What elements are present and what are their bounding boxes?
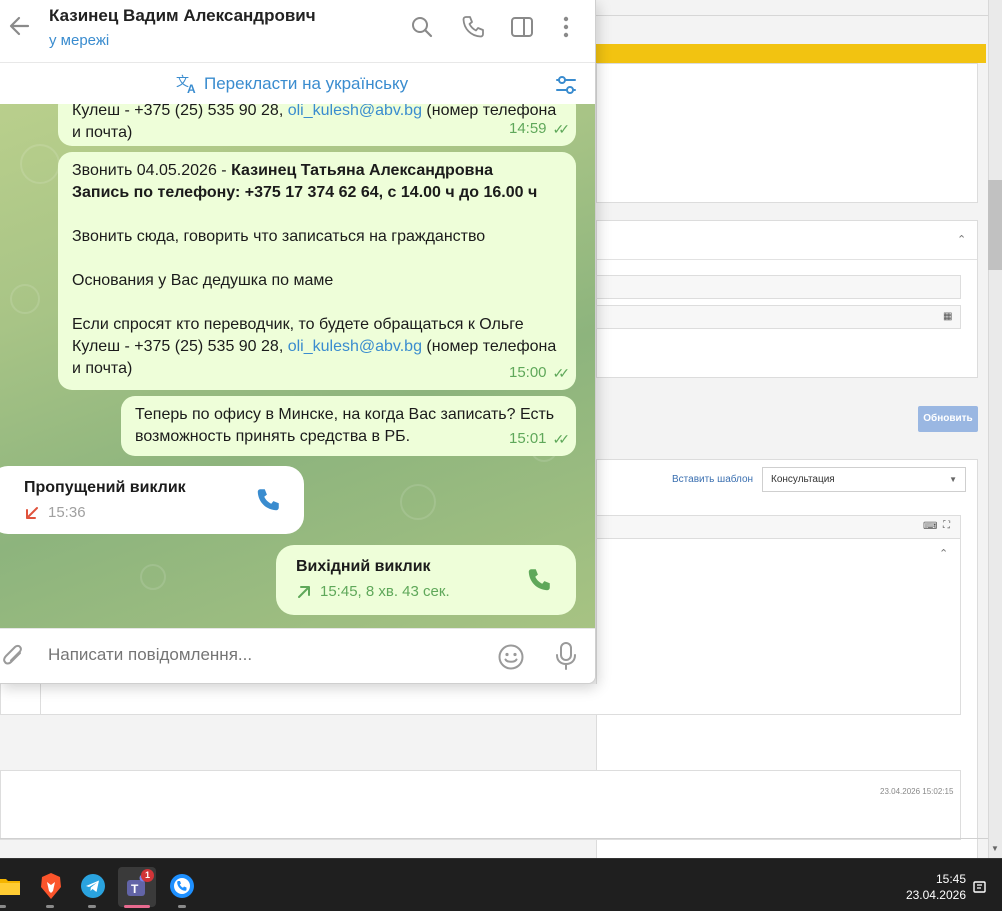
active-indicator (124, 905, 150, 908)
chevron-up-icon[interactable]: ⌃ (939, 547, 948, 560)
running-indicator (0, 905, 6, 908)
clock-date: 23.04.2026 (905, 888, 966, 902)
history-entry (0, 770, 961, 840)
call-detail: 15:45, 8 хв. 43 сек. (320, 583, 450, 600)
info-panel (596, 63, 978, 203)
calendar-icon: ▦ (943, 311, 953, 322)
message-text: Кулеш - +375 (25) 535 90 28, oli_kulesh@… (72, 104, 557, 119)
date-field[interactable]: ▦ (596, 305, 961, 329)
translate-bar: 文 A Перекласти на українську (0, 62, 595, 104)
call-back-phone-icon[interactable] (254, 486, 282, 514)
outgoing-call-arrow-icon (298, 585, 310, 598)
message-text: и почта) (72, 360, 133, 377)
chat-title[interactable]: Казинец Вадим Александрович (49, 6, 316, 26)
message-bubble[interactable]: Теперь по офису в Минске, на когда Вас з… (121, 396, 576, 456)
message-time: 14:59 (508, 120, 547, 137)
double-check-icon: ✓✓ (552, 431, 571, 447)
message-composer (0, 628, 595, 683)
clock-time: 15:45 (935, 872, 966, 886)
message-meta: 15:01 ✓✓ (508, 428, 571, 450)
telegram-icon[interactable] (78, 871, 108, 901)
email-link[interactable]: oli_kulesh@abv.bg (288, 338, 422, 355)
call-info: 15:45, 8 хв. 43 сек. (296, 583, 450, 600)
more-menu-icon[interactable] (553, 14, 579, 40)
telegram-window: Казинец Вадим Александрович у мережі 文 A… (0, 0, 596, 684)
divider (597, 259, 977, 260)
call-time: 15:36 (48, 504, 86, 521)
editor-area-bottom (0, 684, 961, 715)
microphone-icon[interactable] (553, 641, 579, 671)
divider (0, 838, 990, 839)
chevron-down-icon: ▼ (949, 475, 957, 484)
message-time: 15:00 (508, 364, 547, 381)
translate-label: Перекласти на українську (204, 74, 409, 93)
svg-text:T: T (131, 882, 139, 896)
text-field[interactable] (596, 275, 961, 299)
message-text: Кулеш - +375 (25) 535 90 28, oli_kulesh@… (72, 338, 557, 355)
entry-timestamp: 23.04.2026 15:02:15 (880, 787, 954, 796)
phone-app-icon[interactable] (167, 871, 197, 901)
missed-call-bubble[interactable]: Пропущений виклик 15:36 (0, 466, 304, 534)
chat-area[interactable]: Кулеш - +375 (25) 535 90 28, oli_kulesh@… (0, 104, 595, 628)
double-check-icon: ✓✓ (552, 365, 571, 381)
translate-button[interactable]: 文 A Перекласти на українську (176, 73, 408, 95)
running-indicator (46, 905, 54, 908)
chat-header: Казинец Вадим Александрович у мережі (0, 0, 595, 60)
taskbar: T 1 15:45 23.04.2026 (0, 858, 1002, 911)
file-explorer-icon[interactable] (0, 871, 24, 901)
message-text: Запись по телефону: +375 17 374 62 64, с… (72, 184, 538, 201)
message-text: Если спросят кто переводчик, то будете о… (72, 316, 524, 333)
editor-toolbar: ⌨ ⛶ (596, 515, 961, 539)
search-icon[interactable] (409, 14, 435, 40)
message-meta: 15:00 ✓✓ (508, 362, 571, 384)
call-title: Пропущений виклик (24, 479, 186, 496)
message-bubble[interactable]: Звонить 04.05.2026 - Казинец Татьяна Але… (58, 152, 576, 390)
keyboard-icon[interactable]: ⌨ (923, 521, 937, 532)
notification-center-icon[interactable] (972, 879, 988, 895)
template-select[interactable]: Консультация ▼ (762, 467, 966, 492)
message-text: возможность принять средства в РБ. (135, 428, 411, 445)
message-input[interactable] (48, 645, 468, 665)
page-scrollbar[interactable] (988, 0, 1002, 858)
message-time: 15:01 (508, 430, 547, 447)
call-info: 15:36 (24, 504, 86, 521)
update-button[interactable]: Обновить (918, 406, 978, 432)
message-text: Теперь по офису в Минске, на когда Вас з… (135, 406, 555, 423)
attach-icon[interactable] (0, 643, 28, 671)
fullscreen-icon[interactable]: ⛶ (943, 520, 950, 531)
chevron-up-icon[interactable]: ⌃ (957, 233, 966, 246)
notification-badge: 1 (141, 869, 154, 882)
form-panel: ⌃ (596, 220, 978, 378)
message-meta: 14:59 ✓✓ (508, 118, 571, 140)
template-select-value: Консультация (771, 474, 835, 485)
translate-icon: 文 A (176, 74, 196, 95)
message-text: Основания у Вас дедушка по маме (72, 272, 334, 289)
scroll-down-icon[interactable]: ▼ (991, 844, 999, 853)
double-check-icon: ✓✓ (552, 121, 571, 137)
divider (596, 15, 988, 16)
svg-text:A: A (187, 82, 196, 95)
running-indicator (88, 905, 96, 908)
brave-browser-icon[interactable] (36, 871, 66, 901)
email-link[interactable]: oli_kulesh@abv.bg (288, 104, 422, 119)
system-clock[interactable]: 15:45 23.04.2026 (906, 871, 966, 903)
insert-template-link[interactable]: Вставить шаблон (672, 474, 753, 485)
call-again-phone-icon[interactable] (525, 566, 553, 594)
message-text: Звонить 04.05.2026 - Казинец Татьяна Але… (72, 162, 493, 179)
page-scrollbar-thumb[interactable] (988, 180, 1002, 270)
translate-settings-icon[interactable] (554, 73, 578, 97)
missed-call-arrow-icon (26, 506, 38, 519)
back-arrow-icon[interactable] (6, 12, 34, 40)
phone-icon[interactable] (460, 14, 486, 40)
message-text: Звонить сюда, говорить что записаться на… (72, 228, 486, 245)
outgoing-call-bubble[interactable]: Вихідний виклик 15:45, 8 хв. 43 сек. (276, 545, 576, 615)
running-indicator (178, 905, 186, 908)
emoji-icon[interactable] (497, 643, 525, 671)
message-bubble[interactable]: Кулеш - +375 (25) 535 90 28, oli_kulesh@… (58, 104, 576, 146)
sidebar-toggle-icon[interactable] (509, 14, 535, 40)
call-title: Вихідний виклик (296, 558, 431, 575)
chat-status: у мережі (49, 32, 110, 49)
message-text: и почта) (72, 124, 133, 141)
highlight-bar (596, 44, 986, 63)
